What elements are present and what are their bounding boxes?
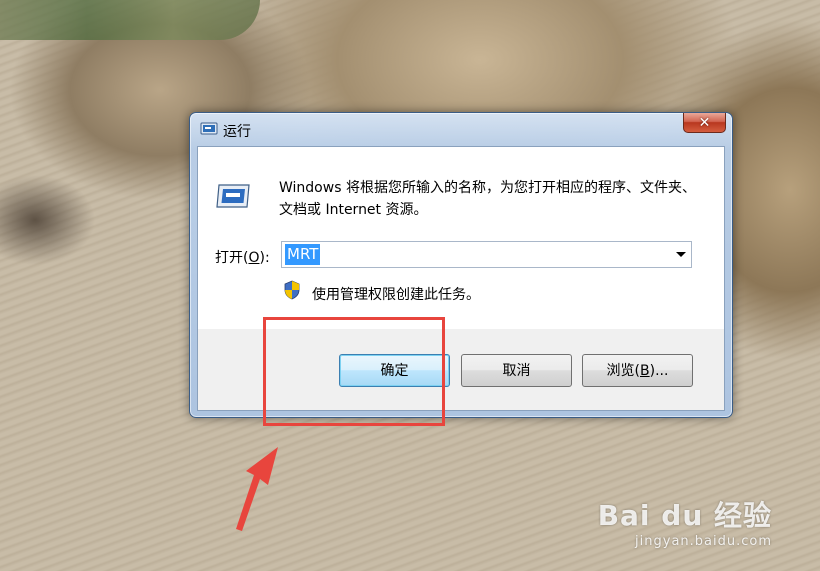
baidu-watermark: Bai du 经验 jingyan.baidu.com — [598, 494, 772, 549]
run-program-icon — [216, 184, 250, 208]
dropdown-arrow-icon[interactable] — [676, 252, 686, 257]
cancel-button[interactable]: 取消 — [461, 354, 572, 387]
open-combobox[interactable]: MRT — [281, 241, 692, 268]
window-title: 运行 — [223, 124, 251, 140]
watermark-url: jingyan.baidu.com — [635, 534, 772, 549]
close-icon: ✕ — [698, 114, 711, 131]
annotation-arrow-icon — [236, 447, 278, 531]
background-foliage — [0, 0, 260, 40]
open-label: 打开(O): — [215, 250, 270, 266]
dialog-content: Windows 将根据您所输入的名称，为您打开相应的程序、文件夹、文档或 Int… — [198, 147, 724, 329]
title-bar[interactable]: 运行 ✕ — [190, 113, 732, 145]
admin-privilege-note: 使用管理权限创建此任务。 — [312, 287, 480, 303]
open-input[interactable]: MRT — [285, 244, 321, 265]
run-program-icon — [200, 122, 218, 135]
close-button[interactable]: ✕ — [683, 113, 726, 133]
dialog-description: Windows 将根据您所输入的名称，为您打开相应的程序、文件夹、文档或 Int… — [279, 180, 696, 218]
browse-button[interactable]: 浏览(B)... — [582, 354, 693, 387]
annotation-highlight-box — [263, 317, 445, 426]
watermark-brand: Bai du 经验 — [597, 499, 772, 532]
uac-shield-icon — [284, 280, 300, 300]
